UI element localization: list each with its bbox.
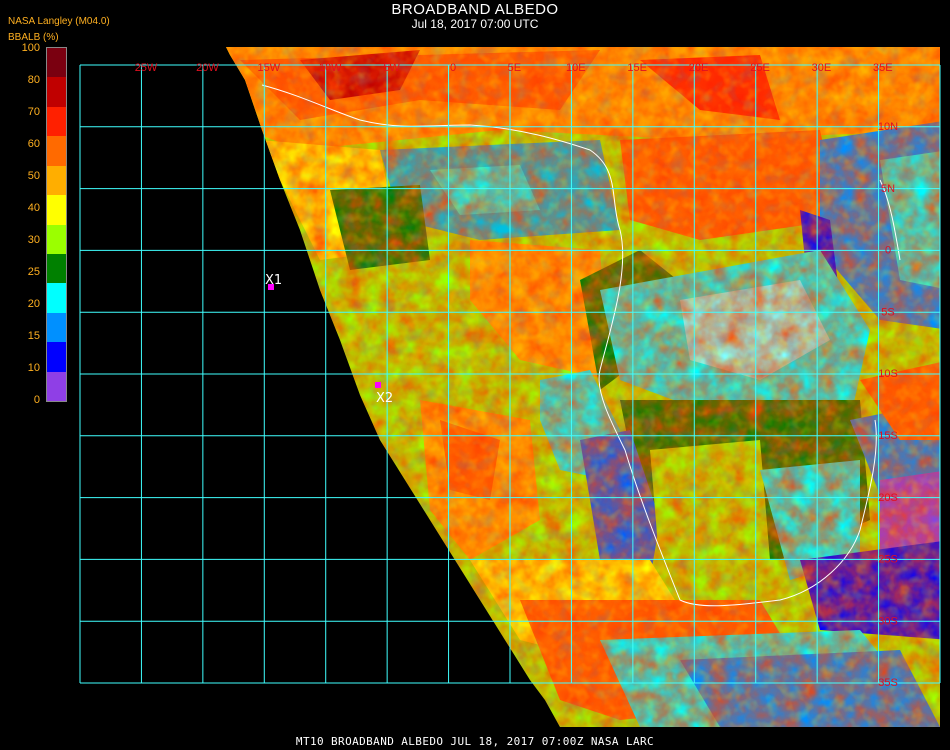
- longitude-label: 25W: [135, 62, 158, 74]
- latitude-label: 10S: [878, 368, 898, 380]
- longitude-label: 15W: [257, 62, 280, 74]
- latitude-label: 20S: [878, 492, 898, 504]
- longitude-label: 35E: [873, 62, 893, 74]
- longitude-label: 15E: [627, 62, 647, 74]
- longitude-label: 0: [450, 62, 456, 74]
- longitude-label: 5W: [383, 62, 400, 74]
- longitude-label: 30E: [812, 62, 832, 74]
- longitude-label: 5E: [508, 62, 521, 74]
- footer-caption: MT10 BROADBAND ALBEDO JUL 18, 2017 07:00…: [295, 735, 655, 748]
- longitude-label: 20E: [689, 62, 709, 74]
- albedo-field: [226, 47, 940, 727]
- latitude-label: 5N: [881, 183, 895, 195]
- albedo-map: 25W 20W 15W 10W 5W 0 5E 10E 15E 20E 25E 30E 35E 10N 5N…: [79, 47, 941, 727]
- latitude-label: 25S: [878, 554, 898, 566]
- latitude-label: 30S: [878, 615, 898, 627]
- marker-x2-point: [375, 382, 381, 388]
- latitude-label: 10N: [878, 121, 898, 133]
- latitude-label: 0: [885, 245, 891, 257]
- marker-x2-label: X2: [376, 391, 393, 406]
- longitude-label: 20W: [196, 62, 219, 74]
- latitude-label: 5S: [881, 306, 894, 318]
- longitude-label: 25E: [750, 62, 770, 74]
- latitude-label: 15S: [878, 430, 898, 442]
- marker-x1-label: X1: [265, 273, 282, 288]
- longitude-label: 10W: [319, 62, 342, 74]
- longitude-label: 10E: [566, 62, 586, 74]
- marker-x1[interactable]: X1: [265, 273, 282, 290]
- latitude-label: 35S: [878, 677, 898, 689]
